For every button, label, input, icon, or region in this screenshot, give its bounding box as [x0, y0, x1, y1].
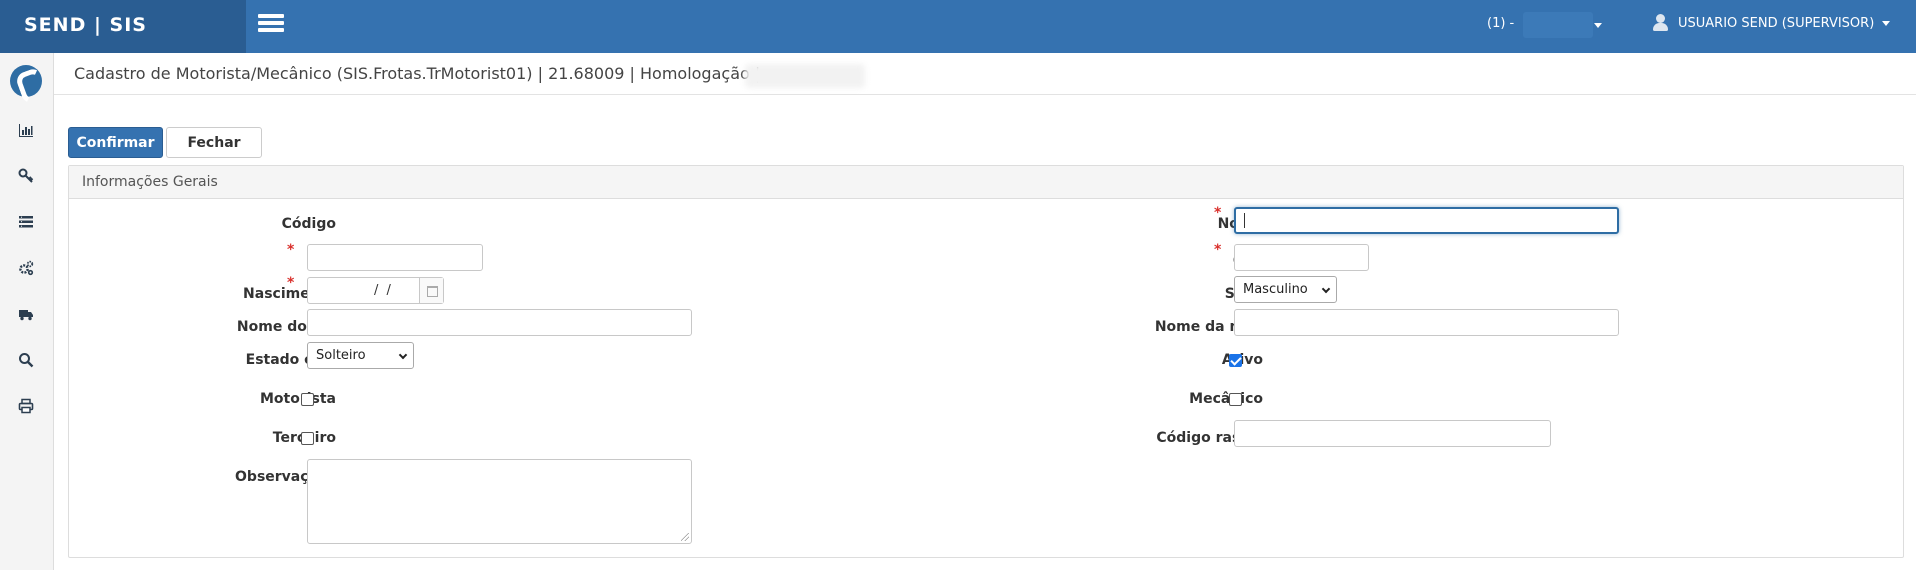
- rg-required-marker: *: [287, 242, 295, 258]
- sexo-value: Masculino: [1243, 282, 1308, 297]
- cpf-field[interactable]: [1234, 244, 1369, 271]
- observacoes-textarea[interactable]: [307, 459, 692, 544]
- codigo-rascol-field[interactable]: [1234, 420, 1551, 447]
- estado-civil-label: Estado civil: [245, 352, 336, 368]
- search-icon[interactable]: [16, 352, 36, 368]
- resize-handle[interactable]: [681, 533, 689, 541]
- company-name-redacted: [1523, 12, 1593, 38]
- confirm-button[interactable]: Confirmar: [68, 127, 163, 158]
- nome-mae-field[interactable]: [1234, 309, 1619, 336]
- user-menu[interactable]: USUARIO SEND (SUPERVISOR): [1652, 14, 1891, 32]
- page-title: Cadastro de Motorista/Mecânico (SIS.Frot…: [74, 64, 761, 83]
- nome-pai-field[interactable]: [307, 309, 692, 336]
- motorista-checkbox[interactable]: [301, 393, 314, 406]
- observacoes-label: Observações: [235, 469, 336, 485]
- gears-icon[interactable]: [16, 260, 36, 276]
- nome-mae-label: Nome da mãe: [1154, 319, 1263, 335]
- rg-field[interactable]: [307, 244, 483, 271]
- print-icon[interactable]: [16, 398, 36, 414]
- chevron-down-icon[interactable]: [1594, 23, 1602, 28]
- chevron-down-icon: [398, 350, 408, 360]
- nascimento-required-marker: *: [287, 275, 295, 291]
- terceiro-checkbox[interactable]: [301, 432, 314, 445]
- chevron-down-icon: [1882, 20, 1891, 26]
- nome-label: Nome: [1063, 216, 1263, 232]
- company-selector-label[interactable]: (1) -: [1487, 16, 1514, 31]
- brand-logo[interactable]: SEND | SIS: [0, 0, 246, 53]
- environment-name-redacted: [745, 64, 865, 88]
- nascimento-label: Nascimento: [243, 286, 336, 302]
- divider: [54, 94, 1916, 95]
- calendar-icon[interactable]: [419, 278, 443, 303]
- codigo-rascol-label: Código rascol: [1156, 430, 1263, 446]
- truck-icon[interactable]: [16, 306, 36, 322]
- cpf-label: CPF: [1063, 253, 1263, 269]
- panel-title: Informações Gerais: [69, 166, 1903, 199]
- chart-icon[interactable]: [16, 122, 36, 138]
- nascimento-date-field[interactable]: / /: [307, 277, 444, 304]
- ativo-checkbox[interactable]: [1229, 354, 1242, 367]
- nome-pai-label: Nome do pai: [236, 319, 336, 335]
- nome-required-marker: *: [1214, 205, 1222, 221]
- estado-civil-select[interactable]: Solteiro: [307, 342, 414, 369]
- user-icon: [1652, 14, 1668, 32]
- close-button[interactable]: Fechar: [166, 127, 262, 158]
- nome-field[interactable]: [1234, 207, 1619, 234]
- rg-label: RG: [136, 253, 336, 269]
- codigo-label: Código: [281, 216, 336, 232]
- logo-icon[interactable]: [10, 65, 42, 97]
- general-info-panel: Informações Gerais Código RG * Nasciment…: [68, 165, 1904, 558]
- user-name: USUARIO SEND (SUPERVISOR): [1678, 15, 1875, 31]
- sexo-label: Sexo: [1063, 286, 1263, 302]
- text-cursor: [1244, 213, 1245, 228]
- key-icon[interactable]: [16, 168, 36, 184]
- cpf-required-marker: *: [1214, 242, 1222, 258]
- chevron-down-icon: [1321, 284, 1331, 294]
- mecanico-checkbox[interactable]: [1229, 393, 1242, 406]
- list-icon[interactable]: [16, 214, 36, 230]
- sidebar: [0, 53, 54, 570]
- estado-civil-value: Solteiro: [316, 348, 366, 363]
- menu-toggle-icon[interactable]: [258, 14, 284, 34]
- sexo-select[interactable]: Masculino: [1234, 276, 1337, 303]
- top-navbar: SEND | SIS (1) - USUARIO SEND (SUPERVISO…: [0, 0, 1916, 53]
- date-mask: / /: [374, 283, 393, 298]
